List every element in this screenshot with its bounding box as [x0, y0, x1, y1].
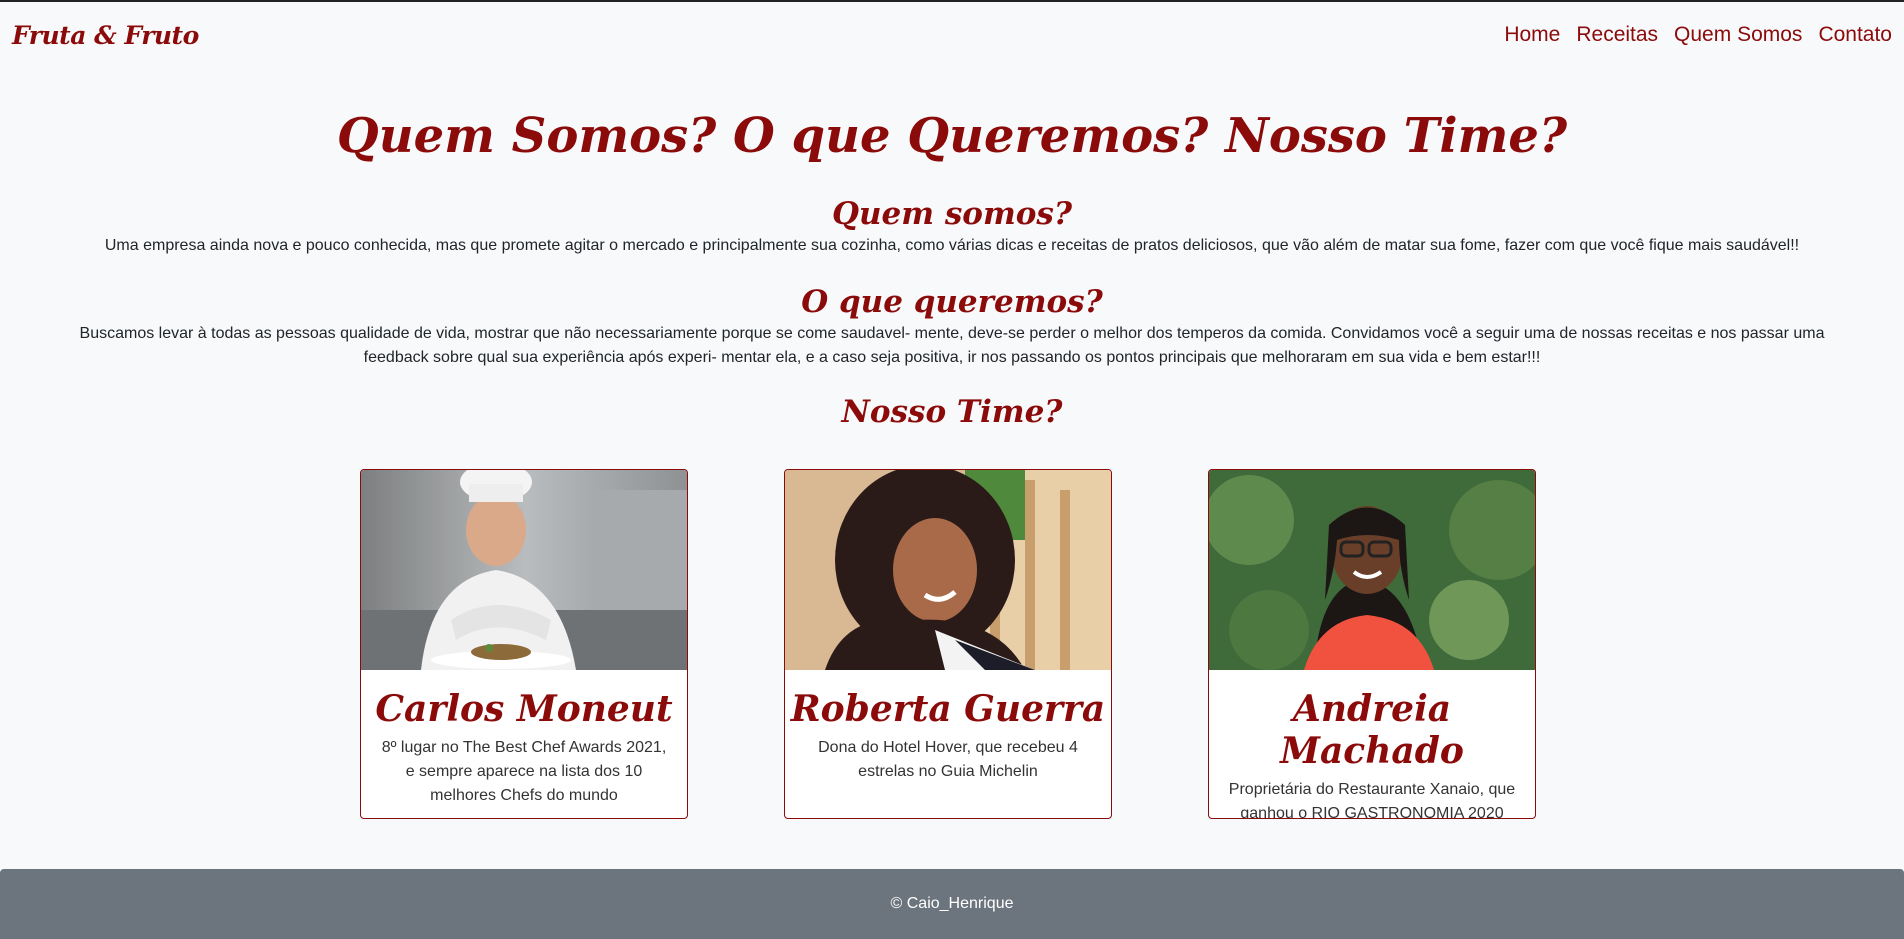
footer: © Caio_Henrique: [0, 869, 1904, 939]
section-text-quem-somos: Uma empresa ainda nova e pouco conhecida…: [104, 237, 1800, 254]
team-member-name: Roberta Guerra: [790, 688, 1106, 730]
team-member-photo: [1209, 470, 1535, 670]
section-heading-nosso-time: Nosso Time?: [841, 394, 1063, 430]
nav-link-contato[interactable]: Contato: [1818, 23, 1892, 47]
brand-logo[interactable]: Fruta & Fruto: [12, 21, 199, 50]
team-member-description: 8º lugar no The Best Chef Awards 2021, e…: [381, 739, 667, 804]
section-text-o-que-queremos: Buscamos levar à todas as pessoas qualid…: [79, 325, 1825, 366]
team-member-description: Proprietária do Restaurante Xanaio, que …: [1228, 781, 1516, 819]
team-card: Carlos Moneut 8º lugar no The Best Chef …: [360, 469, 688, 819]
nav-link-quem-somos[interactable]: Quem Somos: [1674, 23, 1802, 47]
nav-links: Home Receitas Quem Somos Contato: [1504, 23, 1892, 47]
nav-link-receitas[interactable]: Receitas: [1576, 23, 1658, 47]
team-card: Roberta Guerra Dona do Hotel Hover, que …: [784, 469, 1112, 819]
team-member-photo: [785, 470, 1111, 670]
nav-link-home[interactable]: Home: [1504, 23, 1560, 47]
section-heading-o-que-queremos: O que queremos?: [801, 284, 1103, 320]
team-member-name: Carlos Moneut: [375, 688, 673, 730]
team-member-description: Dona do Hotel Hover, que recebeu 4 estre…: [818, 739, 1078, 780]
page-title: Quem Somos? O que Queremos? Nosso Time?: [336, 108, 1568, 164]
section-heading-quem-somos: Quem somos?: [831, 196, 1073, 232]
main-content: Quem Somos? O que Queremos? Nosso Time? …: [0, 104, 1904, 432]
footer-copyright: © Caio_Henrique: [890, 895, 1014, 912]
navbar: Fruta & Fruto Home Receitas Quem Somos C…: [0, 2, 1904, 68]
team-cards: Carlos Moneut 8º lugar no The Best Chef …: [360, 469, 1536, 819]
team-member-name: Andreia Machado: [1280, 688, 1464, 772]
chef-photo: [361, 470, 687, 670]
team-card: Andreia Machado Proprietária do Restaura…: [1208, 469, 1536, 819]
